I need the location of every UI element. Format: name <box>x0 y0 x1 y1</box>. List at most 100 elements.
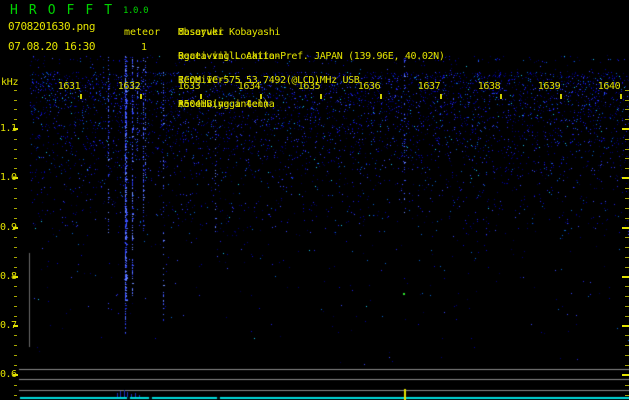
freq-tick-minor-right <box>625 345 629 346</box>
freq-tick-minor-right <box>625 218 629 219</box>
freq-tick-minor-right <box>625 395 629 396</box>
freq-axis-label: 0.6 <box>0 369 17 380</box>
time-axis-label: 1636 <box>357 81 381 92</box>
freq-tick-minor-left <box>14 345 17 346</box>
freq-tick-minor-right <box>625 267 629 268</box>
freq-tick-major-right <box>622 128 629 130</box>
freq-tick-minor-right <box>625 385 629 386</box>
freq-tick-minor-left <box>14 306 17 307</box>
minute-tick <box>200 94 202 99</box>
receiver-value: ICOM IC-575 53.7492(@LCD)MHz USB <box>178 75 360 86</box>
meteor-count-value: 1 <box>141 42 148 53</box>
time-axis-label: 1633 <box>177 81 201 92</box>
freq-tick-minor-left <box>14 139 17 140</box>
antenna-value: A504HB(yagi 4el) <box>178 99 269 110</box>
freq-tick-minor-right <box>625 149 629 150</box>
time-axis-label: 1635 <box>297 81 321 92</box>
freq-tick-minor-right <box>625 335 629 336</box>
freq-tick-major-left <box>13 128 18 130</box>
freq-tick-minor-left <box>14 316 17 317</box>
freq-axis-unit: kHz <box>1 77 19 88</box>
time-axis-label: 1637 <box>417 81 441 92</box>
freq-tick-major-left <box>13 276 18 278</box>
freq-tick-major-right <box>622 374 629 376</box>
freq-tick-minor-right <box>625 168 629 169</box>
freq-tick-major-right <box>622 325 629 327</box>
freq-tick-minor-left <box>14 286 17 287</box>
app-version: 1.0.0 <box>123 6 149 16</box>
freq-tick-minor-left <box>14 119 17 120</box>
freq-tick-minor-right <box>625 306 629 307</box>
freq-tick-major-right <box>622 177 629 179</box>
time-axis-label: 1632 <box>117 81 141 92</box>
mode-label: meteor <box>124 27 161 38</box>
freq-tick-minor-left <box>14 158 17 159</box>
freq-tick-minor-left <box>14 267 17 268</box>
time-axis-label: 1638 <box>477 81 501 92</box>
freq-tick-minor-right <box>625 237 629 238</box>
minute-tick <box>440 94 442 99</box>
time-axis-label: 1634 <box>237 81 261 92</box>
observer-value: Masayuki Kobayashi <box>178 27 281 38</box>
freq-tick-minor-left <box>14 198 17 199</box>
freq-tick-minor-left <box>14 296 17 297</box>
freq-tick-minor-right <box>625 119 629 120</box>
minute-tick <box>380 94 382 99</box>
freq-tick-major-right <box>622 276 629 278</box>
minute-tick <box>620 94 622 99</box>
freq-tick-minor-right <box>625 365 629 366</box>
time-axis-label: 1631 <box>57 81 81 92</box>
freq-tick-minor-right <box>625 208 629 209</box>
freq-tick-minor-left <box>14 109 17 110</box>
freq-tick-major-left <box>13 177 18 179</box>
freq-tick-minor-right <box>625 296 629 297</box>
freq-tick-minor-left <box>14 188 17 189</box>
freq-tick-minor-left <box>14 237 17 238</box>
freq-tick-minor-right <box>625 316 629 317</box>
freq-axis-label: 1.0 <box>0 172 17 183</box>
freq-tick-minor-left <box>14 168 17 169</box>
minute-tick <box>500 94 502 99</box>
freq-tick-minor-left <box>14 257 17 258</box>
freq-tick-minor-right <box>625 188 629 189</box>
freq-tick-minor-left <box>14 355 17 356</box>
freq-axis-label: 1.1 <box>0 123 17 134</box>
freq-tick-minor-right <box>625 247 629 248</box>
freq-tick-minor-right <box>625 286 629 287</box>
freq-tick-minor-right <box>625 198 629 199</box>
freq-tick-minor-right <box>625 100 629 101</box>
freq-axis-label: 0.9 <box>0 221 17 233</box>
datetime-label: 07.08.20 16:30 <box>8 40 96 53</box>
freq-tick-minor-left <box>14 335 17 336</box>
freq-tick-minor-left <box>14 218 17 219</box>
freq-tick-minor-right <box>625 139 629 140</box>
minute-tick <box>560 94 562 99</box>
freq-tick-minor-right <box>625 90 629 91</box>
time-axis-label: 1639 <box>537 81 561 92</box>
freq-axis-label: 0.7 <box>0 319 17 331</box>
freq-tick-major-left <box>13 325 18 327</box>
minute-tick <box>260 94 262 99</box>
hrofft-window: H R O F F T 1.0.0 0708201630.png meteor … <box>0 0 629 400</box>
freq-tick-major-left <box>13 227 18 229</box>
time-axis-label: 1640 <box>597 81 621 92</box>
freq-axis-label: 0.8 <box>0 270 17 282</box>
freq-tick-minor-left <box>14 100 17 101</box>
freq-tick-minor-right <box>625 109 629 110</box>
freq-tick-minor-right <box>625 158 629 159</box>
minute-tick <box>80 94 82 99</box>
freq-tick-minor-left <box>14 149 17 150</box>
freq-tick-minor-left <box>14 395 17 396</box>
freq-tick-minor-left <box>14 365 17 366</box>
station-info-block: Observer: Masayuki Kobayashi Receiving L… <box>178 3 445 123</box>
freq-tick-minor-left <box>14 90 17 91</box>
minute-tick <box>320 94 322 99</box>
freq-tick-major-right <box>622 227 629 229</box>
location-value: Ogata-vill. Akita-Pref. JAPAN (139.96E, … <box>178 51 445 62</box>
freq-tick-major-left <box>13 374 18 376</box>
app-title: H R O F F T <box>10 3 114 18</box>
freq-tick-minor-right <box>625 355 629 356</box>
filename-label: 0708201630.png <box>8 20 96 33</box>
freq-tick-minor-left <box>14 385 17 386</box>
minute-tick <box>140 94 142 99</box>
